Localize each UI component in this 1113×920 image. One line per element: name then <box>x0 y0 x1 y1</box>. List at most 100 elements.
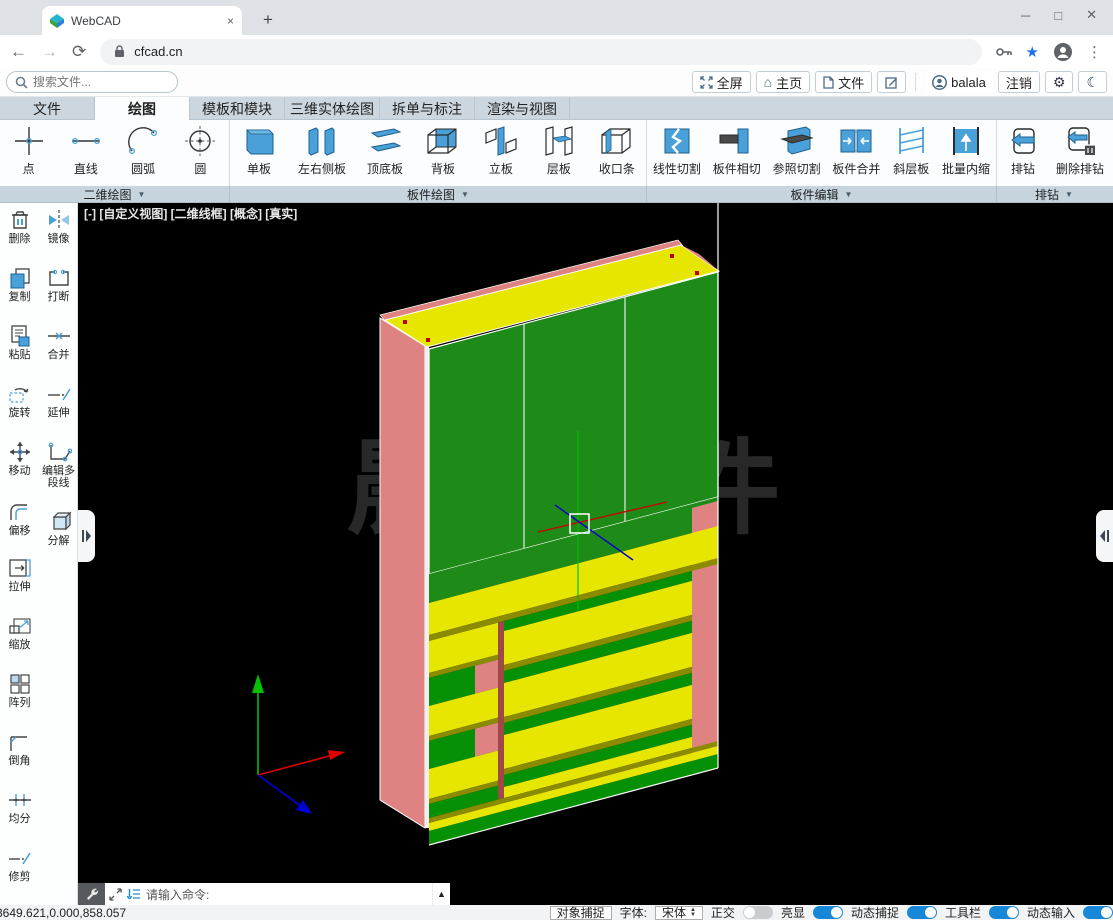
tool-chamfer[interactable]: 倒角 <box>0 729 39 767</box>
ortho-toggle[interactable] <box>743 906 773 919</box>
highlight-label: 亮显 <box>781 905 805 920</box>
tool-edit-polyline[interactable]: 编辑多段线 <box>39 439 78 489</box>
tool-linear-cut[interactable]: 线性切割 <box>653 123 701 177</box>
tool-array[interactable]: 阵列 <box>0 671 39 709</box>
tool-slanted-shelf[interactable]: 斜层板 <box>892 123 930 177</box>
group-panel-edit[interactable]: 板件编辑 ▼ <box>647 186 997 202</box>
tab-draw[interactable]: 绘图 <box>95 97 190 120</box>
trim-icon <box>7 845 33 871</box>
highlight-toggle[interactable] <box>813 906 843 919</box>
left-panel-expand-tab[interactable] <box>78 510 95 562</box>
tool-delete-drill[interactable]: 删除排钻 <box>1056 123 1104 177</box>
tool-reference-cut[interactable]: 参照切割 <box>773 123 821 177</box>
command-expand-button[interactable]: ▲ <box>432 883 450 905</box>
logout-button[interactable]: 注销 <box>998 71 1040 93</box>
back-icon[interactable]: ← <box>10 42 27 62</box>
profile-avatar[interactable] <box>1053 42 1073 62</box>
spinner-icon[interactable]: ▲▼ <box>690 908 696 918</box>
cabinet-3d-model[interactable] <box>78 203 1113 885</box>
tool-trim-strip[interactable]: 收口条 <box>598 123 636 177</box>
command-settings-button[interactable] <box>78 883 105 905</box>
search-input[interactable] <box>33 75 153 89</box>
edit-button[interactable] <box>877 71 906 93</box>
dynamic-input-toggle[interactable] <box>1083 906 1113 919</box>
browser-tab[interactable]: WebCAD × <box>42 6 242 35</box>
font-select[interactable]: 宋体 ▲▼ <box>655 906 703 920</box>
fullscreen-button[interactable]: 全屏 <box>692 71 751 93</box>
tool-point[interactable]: 点 <box>10 123 48 177</box>
panel-tangent-icon <box>718 123 756 159</box>
user-badge[interactable]: balala <box>925 71 993 93</box>
tool-extend[interactable]: 延伸 <box>39 381 78 419</box>
tool-join[interactable]: 合并 <box>39 323 78 361</box>
tool-offset[interactable]: 偏移 <box>0 499 39 537</box>
group-drill[interactable]: 排钻 ▼ <box>997 186 1111 202</box>
object-snap-button[interactable]: 对象捕捉 <box>550 906 612 920</box>
tool-panel-tangent[interactable]: 板件相切 <box>713 123 761 177</box>
tool-line[interactable]: 直线 <box>67 123 105 177</box>
reload-icon[interactable]: ⟳ <box>72 42 86 62</box>
tool-copy[interactable]: 复制 <box>0 265 39 303</box>
resize-arrows-icon[interactable] <box>109 888 122 901</box>
tab-breakdown[interactable]: 拆单与标注 <box>380 97 475 120</box>
dynamic-snap-toggle[interactable] <box>907 906 937 919</box>
tool-scale[interactable]: 缩放 <box>0 613 39 651</box>
tool-mirror[interactable]: 镜像 <box>39 207 78 245</box>
bookmark-star-icon[interactable]: ★ <box>1026 43 1039 61</box>
tool-top-bottom-panel[interactable]: 顶底板 <box>366 123 404 177</box>
minimize-icon[interactable]: ─ <box>1021 8 1030 23</box>
command-history-icon[interactable] <box>127 888 141 901</box>
tool-shelf-panel[interactable]: 层板 <box>540 123 578 177</box>
group-panel-draw[interactable]: 板件绘图 ▼ <box>230 186 647 202</box>
batch-inset-icon <box>947 123 985 159</box>
drawing-canvas[interactable]: 晨丰软件 <box>78 203 1113 905</box>
tab-close-icon[interactable]: × <box>227 14 234 28</box>
tool-break[interactable]: 打断 <box>39 265 78 303</box>
toolbar-label: 工具栏 <box>945 905 981 920</box>
viewport-label[interactable]: [-] [自定义视图] [二维线框] [概念] [真实] <box>84 205 297 222</box>
key-icon[interactable] <box>996 47 1012 57</box>
tab-render-view[interactable]: 渲染与视图 <box>475 97 570 120</box>
tool-paste[interactable]: 粘贴 <box>0 323 39 361</box>
shelf-panel-icon <box>540 123 578 159</box>
new-tab-button[interactable]: + <box>255 8 281 32</box>
toolbar-toggle[interactable] <box>989 906 1019 919</box>
url-field[interactable]: cfcad.cn <box>100 39 981 65</box>
tool-batch-inset[interactable]: 批量内缩 <box>942 123 990 177</box>
tool-back-panel[interactable]: 背板 <box>424 123 462 177</box>
forward-icon[interactable]: → <box>41 42 58 62</box>
tool-trim[interactable]: 修剪 <box>0 845 39 883</box>
tool-explode[interactable]: 分解 <box>39 509 78 547</box>
offset-icon <box>7 499 33 525</box>
tool-rotate[interactable]: 旋转 <box>0 381 39 419</box>
tool-stretch[interactable]: 拉伸 <box>0 555 39 593</box>
tab-title: WebCAD <box>71 14 220 28</box>
tool-delete[interactable]: 删除 <box>0 207 39 245</box>
tool-arc[interactable]: 圆弧 <box>124 123 162 177</box>
tab-3d-solid[interactable]: 三维实体绘图 <box>285 97 380 120</box>
maximize-icon[interactable]: □ <box>1054 8 1062 23</box>
file-button[interactable]: 文件 <box>815 71 872 93</box>
home-button[interactable]: ⌂ 主页 <box>756 71 810 93</box>
tool-move[interactable]: 移动 <box>0 439 39 477</box>
settings-button[interactable]: ⚙ <box>1045 71 1074 93</box>
tool-divide[interactable]: 均分 <box>0 787 39 825</box>
search-box[interactable] <box>6 71 178 93</box>
command-input[interactable]: 请输入命令: <box>146 886 428 903</box>
array-icon <box>7 671 33 697</box>
tool-vertical-panel[interactable]: 立板 <box>482 123 520 177</box>
tool-single-panel[interactable]: 单板 <box>240 123 278 177</box>
tool-side-panels[interactable]: 左右侧板 <box>298 123 346 177</box>
tool-circle[interactable]: 圆 <box>181 123 219 177</box>
tool-drill[interactable]: 排钻 <box>1004 123 1042 177</box>
browser-menu-icon[interactable]: ⋮ <box>1087 43 1103 61</box>
close-icon[interactable]: ✕ <box>1086 7 1097 23</box>
ribbon-group-2d: 点 直线 圆弧 <box>0 120 230 186</box>
coordinates-readout: 3649.621,0.000,858.057 <box>0 906 126 920</box>
tab-file[interactable]: 文件 <box>0 97 95 120</box>
right-panel-expand-tab[interactable] <box>1096 510 1113 562</box>
tab-templates[interactable]: 模板和模块 <box>190 97 285 120</box>
tool-panel-merge[interactable]: 板件合并 <box>832 123 880 177</box>
dark-mode-button[interactable]: ☾ <box>1078 71 1107 93</box>
group-2d-draw[interactable]: 二维绘图 ▼ <box>0 186 230 202</box>
